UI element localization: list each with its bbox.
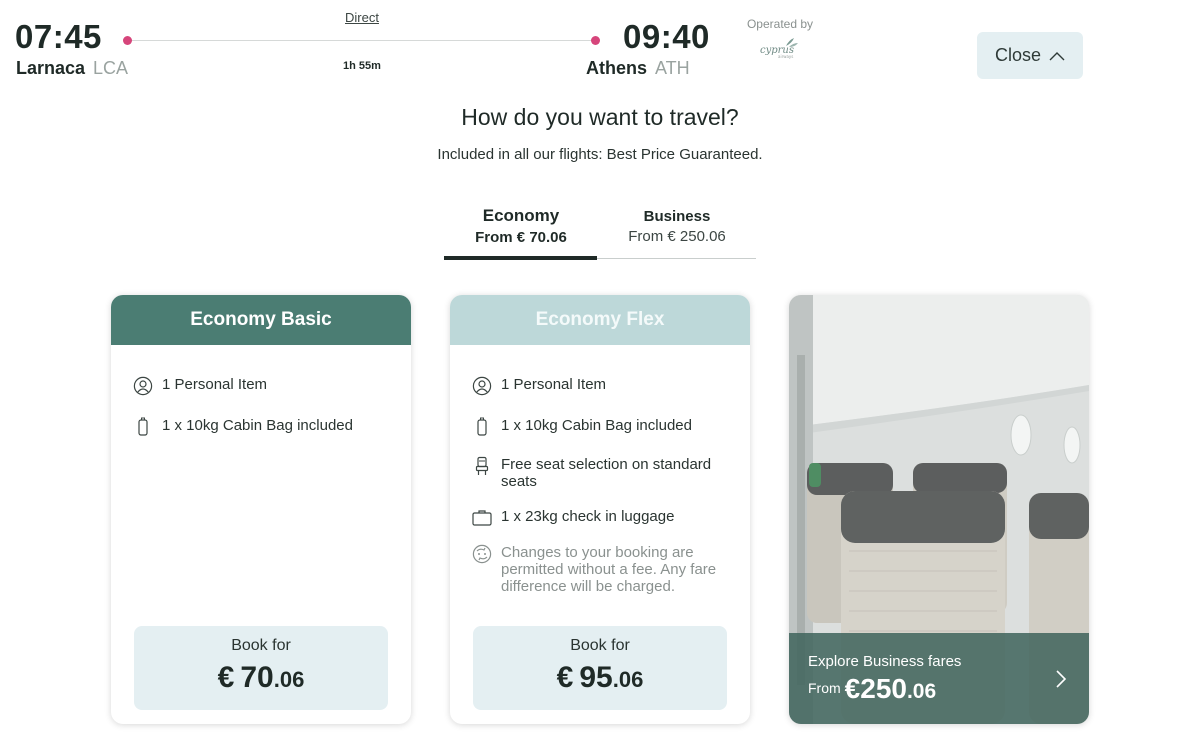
promo-price: From €250.06	[808, 673, 936, 705]
arrival-time: 09:40	[623, 18, 710, 55]
promo-title: Explore Business fares	[808, 653, 962, 670]
change-booking-icon	[472, 544, 492, 564]
fare-feature-text: Free seat selection on standard seats	[501, 456, 712, 490]
fare-feature: 1 x 23kg check in luggage	[472, 508, 731, 528]
book-price-decimals: .06	[612, 667, 644, 692]
promo-price-currency: €	[844, 673, 861, 704]
promo-price-integer: 250	[860, 673, 907, 704]
tab-economy-price: From € 70.06	[475, 229, 567, 246]
fare-feature-text: 1 x 10kg Cabin Bag included	[501, 417, 692, 434]
fare-feature: 1 x 10kg Cabin Bag included	[133, 417, 392, 437]
explore-business-card[interactable]: Explore Business fares From €250.06	[789, 295, 1089, 724]
tab-business-name: Business	[643, 208, 711, 225]
departure-airport-code: LCA	[93, 58, 129, 78]
fare-feature-text: 1 Personal Item	[501, 376, 607, 393]
direct-link[interactable]: Direct	[320, 10, 404, 25]
fare-feature: Free seat selection on standard seats	[472, 456, 731, 490]
fare-feature-text: 1 Personal Item	[162, 376, 268, 393]
close-button[interactable]: Close	[977, 32, 1083, 79]
seat-icon	[472, 456, 492, 476]
fare-feature-text: Changes to your booking are permitted wi…	[501, 544, 717, 595]
arrival-city: Athens ATH	[586, 58, 690, 79]
cabin-tabs: Economy From € 70.06 Business From € 250…	[444, 200, 756, 260]
svg-text:airways: airways	[778, 54, 793, 59]
page-subtitle: Included in all our flights: Best Price …	[437, 146, 763, 163]
route-line	[128, 40, 596, 41]
fare-feature: Changes to your booking are permitted wi…	[472, 544, 731, 595]
fare-card-economy-flex: Economy Flex 1 Personal Item 1 x 10kg Ca…	[450, 295, 750, 724]
promo-from-label: From	[808, 680, 841, 696]
book-price-currency: €	[556, 661, 574, 694]
fare-feature: 1 Personal Item	[472, 376, 731, 396]
fare-feature-text: 1 x 10kg Cabin Bag included	[162, 417, 353, 434]
book-label: Book for	[231, 637, 291, 654]
book-economy-basic-button[interactable]: Book for €70.06	[134, 626, 388, 710]
fare-card-title: Economy Flex	[450, 295, 750, 345]
cabin-bag-icon	[472, 417, 492, 437]
fare-card-title: Economy Basic	[111, 295, 411, 345]
fare-card-economy-basic: Economy Basic 1 Personal Item 1 x 10kg C…	[111, 295, 411, 724]
arrival-dot	[591, 36, 600, 45]
tab-business-price: From € 250.06	[628, 228, 726, 245]
departure-time: 07:45	[15, 18, 102, 55]
cyprus-airways-logo: cyprus airways	[756, 36, 802, 60]
flight-duration: 1h 55m	[343, 60, 381, 72]
tab-economy-name: Economy	[482, 206, 560, 225]
flight-summary: 07:45 Larnaca LCA Direct 1h 55m 09:40 Ath…	[0, 0, 1200, 90]
close-button-label: Close	[994, 45, 1042, 65]
tab-economy[interactable]: Economy From € 70.06	[444, 200, 598, 260]
tab-business[interactable]: Business From € 250.06	[600, 200, 754, 258]
book-price-integer: 95	[579, 661, 613, 694]
person-icon	[133, 376, 153, 396]
suitcase-icon	[472, 508, 492, 528]
book-price-integer: 70	[240, 661, 274, 694]
cabin-bag-icon	[133, 417, 153, 437]
operated-by-label: Operated by	[746, 17, 814, 31]
page-title: How do you want to travel?	[461, 104, 739, 130]
arrival-city-name: Athens	[586, 58, 648, 78]
promo-price-decimals: .06	[906, 680, 937, 703]
promo-overlay: Explore Business fares From €250.06	[789, 633, 1089, 724]
chevron-right-icon	[1055, 669, 1067, 689]
departure-city-name: Larnaca	[16, 58, 86, 78]
arrival-airport-code: ATH	[655, 58, 690, 78]
departure-dot	[123, 36, 132, 45]
book-label: Book for	[570, 637, 630, 654]
fare-feature-text: 1 x 23kg check in luggage	[501, 508, 675, 525]
book-price: €95.06	[473, 661, 727, 695]
fare-feature: 1 x 10kg Cabin Bag included	[472, 417, 731, 437]
book-price: €70.06	[134, 661, 388, 695]
book-price-decimals: .06	[273, 667, 305, 692]
departure-city: Larnaca LCA	[16, 58, 128, 79]
chevron-up-icon	[1049, 51, 1065, 60]
book-price-currency: €	[217, 661, 235, 694]
person-icon	[472, 376, 492, 396]
fare-feature: 1 Personal Item	[133, 376, 392, 396]
book-economy-flex-button[interactable]: Book for €95.06	[473, 626, 727, 710]
